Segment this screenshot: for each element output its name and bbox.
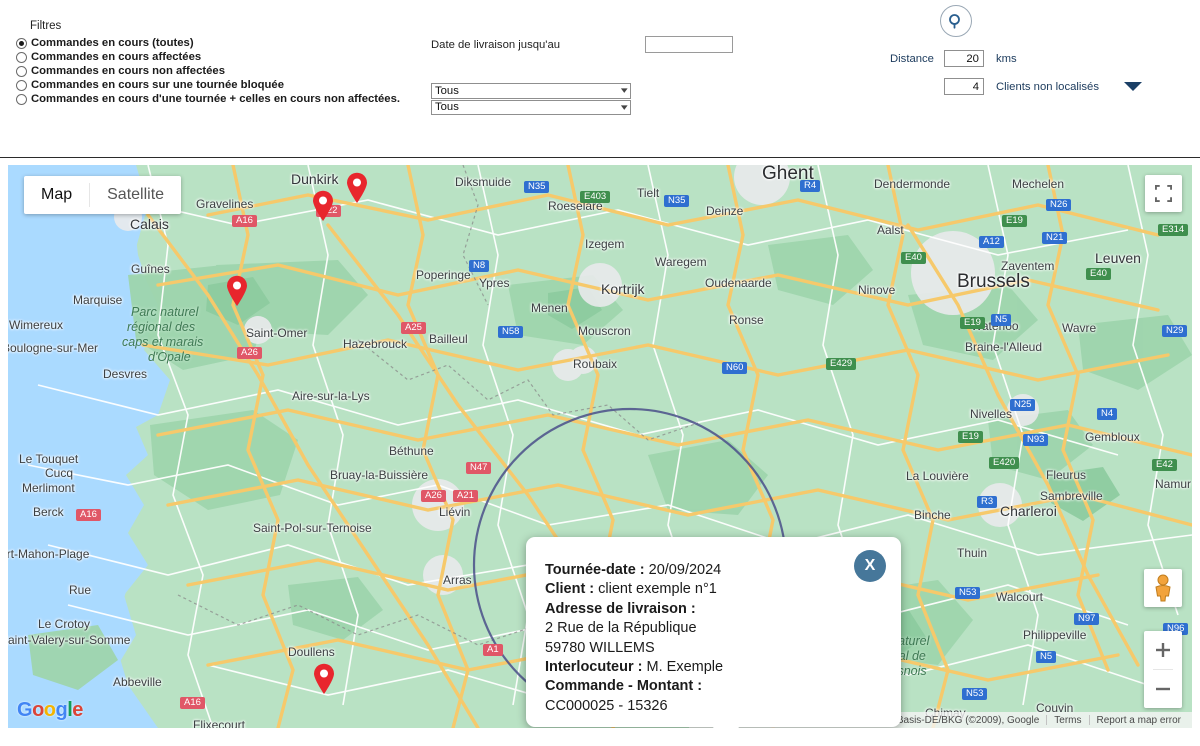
radio-option-non-affectees[interactable]: Commandes en cours non affectées [16, 64, 400, 78]
filter-bar: Filtres Commandes en cours (toutes) Comm… [0, 0, 1200, 158]
map-type-control[interactable]: Map Satellite [24, 176, 182, 214]
radio-label: Commandes en cours affectées [31, 50, 202, 63]
search-icon [949, 14, 960, 29]
zoom-in-button[interactable] [1144, 631, 1182, 669]
info-window-row: Commande - Montant : [545, 677, 901, 696]
fullscreen-button[interactable] [1145, 175, 1182, 212]
radio-option-tournee-plus-non-affectees[interactable]: Commandes en cours d'une tournée + celle… [16, 93, 400, 107]
map-pin-icon [314, 663, 334, 694]
radio-indicator[interactable] [16, 80, 27, 92]
distance-input[interactable] [943, 50, 984, 67]
distance-label: Distance [890, 52, 934, 65]
close-icon[interactable]: X [854, 550, 886, 582]
info-window-row: 2 Rue de la République [545, 619, 901, 638]
info-window-row-value: 59780 WILLEMS [545, 639, 655, 656]
info-window-row: CC000025 - 15326 [545, 697, 901, 716]
marker-gravelines[interactable] [312, 190, 334, 221]
radio-indicator[interactable] [16, 94, 27, 106]
radio-option-tournee-bloquee[interactable]: Commandes en cours sur une tournée bloqu… [16, 79, 400, 93]
client-select-value: Tous [435, 101, 459, 114]
map-type-satellite-button[interactable]: Satellite [90, 176, 181, 214]
info-window-row-label: Interlocuteur : [545, 659, 643, 676]
info-window-row-label: Client : [545, 581, 595, 598]
radio-option-toutes[interactable]: Commandes en cours (toutes) [16, 36, 400, 50]
distance-unit: kms [995, 52, 1017, 65]
info-window-row-value: 20/09/2024 [644, 562, 722, 578]
map-pin-icon [347, 172, 367, 203]
search-button[interactable] [940, 5, 972, 37]
pegman-button[interactable] [1144, 569, 1182, 607]
info-window: X Tournée-date : 20/09/2024 Client : clie… [526, 537, 901, 728]
map-container[interactable]: Dunkirk Diksmuide Gravelines Calais Tielt Dei… [8, 165, 1192, 728]
info-window-row: Interlocuteur : M. Exemple [545, 658, 901, 677]
radio-label: Commandes en cours sur une tournée bloqu… [31, 79, 284, 92]
radio-option-affectees[interactable]: Commandes en cours affectées [16, 50, 400, 64]
tournee-select-value: Tous [435, 84, 459, 97]
unlocated-clients-label: Clients non localisés [996, 80, 1099, 93]
delivery-date-label: Date de livraison jusqu'au [431, 38, 561, 51]
tournee-select[interactable]: Tous ▾ [431, 83, 631, 99]
google-logo: Google [17, 699, 83, 721]
zoom-control[interactable] [1144, 631, 1182, 708]
filters-group: Filtres Commandes en cours (toutes) Comm… [16, 20, 400, 107]
marker-saint-omer[interactable] [226, 275, 248, 306]
map-pin-icon [313, 190, 333, 221]
marker-dunkirk[interactable] [346, 172, 368, 203]
chevron-down-icon: ▾ [621, 85, 629, 96]
info-window-row-value: M. Exemple [642, 659, 724, 676]
delivery-date-row: Date de livraison jusqu'au [431, 36, 734, 53]
radio-label: Commandes en cours non affectées [31, 64, 225, 77]
select-stack: Tous ▾ Tous ▾ [431, 83, 631, 116]
caret-down-icon[interactable] [1123, 82, 1142, 91]
info-window-row-value: client exemple n°1 [594, 581, 717, 598]
map-pin-icon [227, 275, 247, 306]
minus-icon [1156, 687, 1170, 691]
pegman-icon [1155, 574, 1171, 602]
info-window-row: Client : client exemple n°1 [545, 580, 901, 599]
map-type-map-button[interactable]: Map [24, 176, 89, 214]
radio-label: Commandes en cours (toutes) [31, 36, 194, 49]
radio-label: Commandes en cours d'une tournée + celle… [31, 93, 401, 106]
info-window-row: Adresse de livraison : [545, 600, 901, 619]
unlocated-clients-row: Clients non localisés [944, 78, 1142, 95]
info-window-row-value: 2 Rue de la République [545, 620, 697, 637]
radio-indicator[interactable] [16, 37, 27, 49]
radio-indicator[interactable] [16, 51, 27, 63]
info-window-row: Tournée-date : 20/09/2024 [545, 561, 901, 580]
unlocated-clients-count-input[interactable] [944, 78, 984, 95]
report-map-error-link[interactable]: Report a map error [1090, 715, 1188, 726]
chevron-down-icon: ▾ [621, 101, 629, 112]
info-window-row: 59780 WILLEMS [545, 639, 901, 658]
filters-title: Filtres [30, 20, 62, 32]
info-window-row-label: Tournée-date : [545, 562, 645, 578]
terms-link[interactable]: Terms [1047, 715, 1088, 726]
radio-indicator[interactable] [16, 65, 27, 77]
info-window-body: Tournée-date : 20/09/2024 Client : client… [526, 537, 901, 716]
delivery-date-input[interactable] [645, 36, 734, 53]
client-select[interactable]: Tous ▾ [431, 99, 631, 115]
distance-row: Distance kms [890, 50, 1017, 67]
info-window-row-label: Commande - Montant : [545, 678, 703, 695]
marker-doullens[interactable] [313, 663, 335, 694]
plus-icon [1156, 643, 1170, 657]
fullscreen-icon [1155, 185, 1172, 202]
info-window-row-label: Adresse de livraison : [545, 600, 696, 617]
zoom-out-button[interactable] [1144, 670, 1182, 708]
info-window-row-value: CC000025 - 15326 [545, 697, 668, 714]
